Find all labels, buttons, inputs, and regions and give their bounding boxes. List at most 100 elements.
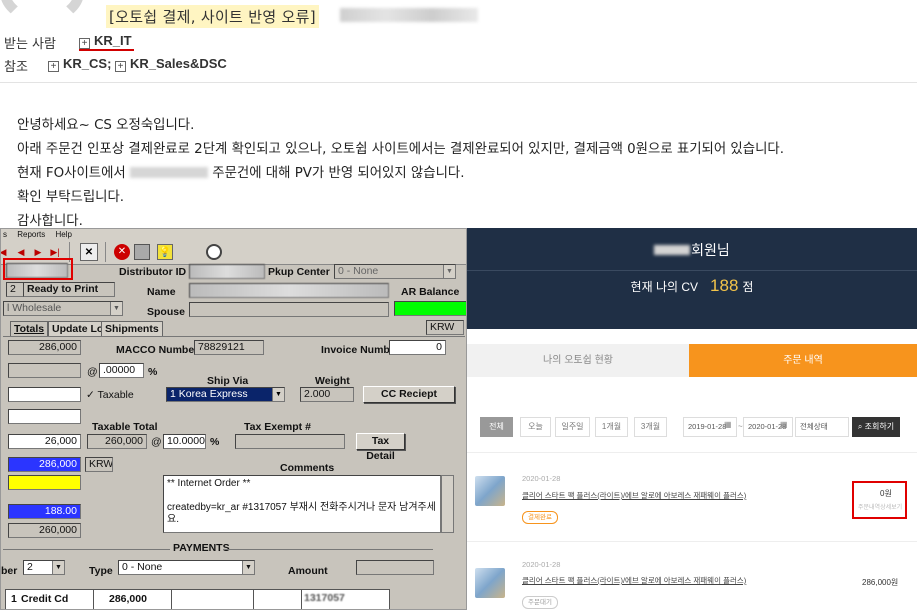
tab-shipments[interactable]: Shipments [101, 321, 163, 337]
header-divider [0, 82, 917, 83]
erp-order-window: s Reports Help ◀ ◀ ▶ ▶| ✕ ✕ 💡 Distributo… [0, 228, 467, 610]
rate-field[interactable]: .00000 [99, 363, 144, 378]
filter-today[interactable]: 오늘 [520, 417, 551, 437]
search-button[interactable]: ⌕ 조회하기 [852, 417, 900, 437]
filter-3month[interactable]: 3개월 [634, 417, 667, 437]
chevron-down-icon[interactable]: ▼ [52, 561, 64, 574]
close-icon[interactable]: ✕ [80, 243, 98, 261]
calendar-icon[interactable]: ▦ [780, 420, 788, 429]
pkup-center-select[interactable]: 0 - None ▼ [334, 264, 456, 279]
weight-label: Weight [315, 375, 350, 387]
search-label: 조회하기 [864, 422, 895, 431]
comments-textarea[interactable]: ** Internet Order ** createdby=kr_ar #13… [163, 475, 441, 533]
chevron-down-icon[interactable]: ▼ [272, 388, 284, 401]
to-label: 받는 사람 [4, 37, 56, 52]
macco-number-field: 78829121 [194, 340, 264, 355]
order-title[interactable]: 클리어 스타트 팩 플러스(라이트)/에브 알로에 아보레스 재패웨이 플러스) [522, 490, 746, 501]
clock-icon[interactable] [206, 244, 222, 260]
order-status-badge: 주문대기 [522, 596, 558, 609]
ship-via-select[interactable]: 1 Korea Express ▼ [166, 387, 285, 402]
order-date: 2020-01-28 [522, 474, 561, 483]
chevron-down-icon[interactable]: ▼ [443, 265, 455, 278]
pay-number-select[interactable]: 2 ▼ [23, 560, 65, 575]
ship-via-value: 1 Korea Express [170, 388, 248, 400]
member-suffix: 회원님 [691, 242, 730, 258]
cc-recipient-2[interactable]: + KR_Sales&DSC [115, 56, 227, 72]
erp-menu-bar: s Reports Help [1, 229, 466, 240]
tax-exempt-field[interactable] [235, 434, 345, 449]
grand-total-field: 286,000 [8, 457, 81, 472]
expand-icon[interactable]: + [79, 38, 90, 49]
menu-item-reports[interactable]: Reports [17, 230, 45, 239]
calendar-icon[interactable]: ▦ [724, 420, 732, 429]
at-symbol: @ [151, 436, 162, 448]
payments-divider [3, 549, 170, 550]
cc-receipt-button[interactable]: CC Reciept [363, 386, 455, 403]
tax-rate-field[interactable]: 10.00000 [163, 434, 206, 449]
grand-total-currency: KRW [85, 457, 113, 472]
percent-symbol: % [148, 366, 158, 378]
product-thumbnail[interactable] [475, 568, 505, 598]
tax-detail-button[interactable]: Tax Detail [356, 433, 405, 462]
toolbar-divider [105, 242, 106, 262]
chevron-down-icon[interactable]: ▼ [242, 561, 254, 574]
taxable-checkbox[interactable]: ✓ Taxable [86, 389, 134, 401]
other-charge-field[interactable] [8, 409, 81, 424]
total-amount-field: 286,000 [8, 340, 81, 355]
pay-type-label: Type [89, 565, 113, 577]
spouse-field[interactable] [189, 302, 389, 317]
filter-all[interactable]: 전체 [480, 417, 513, 437]
distributor-id-label: Distributor ID [119, 266, 187, 278]
document-icon[interactable] [134, 244, 150, 260]
freight-field[interactable] [8, 387, 81, 402]
tax-amount-field[interactable]: 26,000 [8, 434, 81, 449]
comments-scrollbar[interactable] [441, 475, 454, 533]
taxable-total-field: 260,000 [87, 434, 147, 449]
pay-type-select[interactable]: 0 - None ▼ [118, 560, 255, 575]
ship-via-label: Ship Via [207, 375, 249, 387]
order-type-select[interactable]: l Wholesale ▼ [3, 301, 123, 316]
highlight-underline [79, 49, 134, 51]
cv-value: 188 [710, 276, 739, 295]
filter-1month[interactable]: 1개월 [595, 417, 628, 437]
ar-balance-label: AR Balance [401, 286, 460, 298]
to-recipient-name: KR_IT [94, 33, 132, 48]
body-line: 확인 부탁드립니다. [17, 190, 125, 205]
filter-week[interactable]: 일주일 [555, 417, 590, 437]
pay-amount-field[interactable] [356, 560, 434, 575]
taxable-label: Taxable [97, 389, 134, 401]
redacted-name [654, 245, 691, 255]
autoship-mobile-page: 회원님 현재 나의 CV 188 점 나의 오토쉽 현황 주문 내역 전체 오늘 일… [467, 228, 917, 610]
order-title[interactable]: 클리어 스타트 팩 플러스(라이트)/에브 알로에 아보레스 재패웨이 플러스) [522, 575, 746, 586]
tab-order-history[interactable]: 주문 내역 [689, 344, 917, 377]
tab-totals[interactable]: Totals [10, 321, 49, 337]
cc-recipient-1[interactable]: + KR_CS; [48, 56, 111, 72]
distributor-id-field[interactable] [189, 264, 265, 279]
expand-icon[interactable]: + [48, 61, 59, 72]
name-field[interactable] [189, 283, 389, 298]
cancel-icon[interactable]: ✕ [114, 244, 130, 260]
pkup-center-value: 0 - None [338, 265, 379, 277]
to-recipient[interactable]: + KR_IT [79, 33, 132, 49]
product-thumbnail[interactable] [475, 476, 505, 506]
list-divider [467, 452, 917, 453]
body-text: 주문건에 대해 PV가 반영 되어있지 않습니다. [212, 166, 465, 181]
expand-icon[interactable]: + [115, 61, 126, 72]
table-col-divider [171, 589, 172, 609]
percent-symbol: % [210, 436, 220, 448]
name-label: Name [147, 286, 176, 298]
status-select[interactable]: 전체상태 [795, 417, 849, 437]
menu-item-help[interactable]: Help [55, 230, 71, 239]
tab-my-autoship[interactable]: 나의 오토쉽 현황 [467, 344, 689, 377]
pay-number-label: ber [1, 565, 18, 577]
bulb-icon[interactable]: 💡 [157, 244, 173, 260]
discount-field[interactable] [8, 363, 81, 378]
highlight-box [3, 258, 73, 280]
status-text: Ready to Print [23, 282, 115, 297]
chevron-down-icon[interactable]: ▼ [110, 302, 122, 315]
body-text: 현재 FO사이트에서 [17, 166, 126, 181]
order-date: 2020-01-28 [522, 560, 561, 569]
redacted-subject-tail [340, 8, 478, 22]
invoice-number-field[interactable]: 0 [389, 340, 446, 355]
menu-item[interactable]: s [3, 230, 7, 239]
